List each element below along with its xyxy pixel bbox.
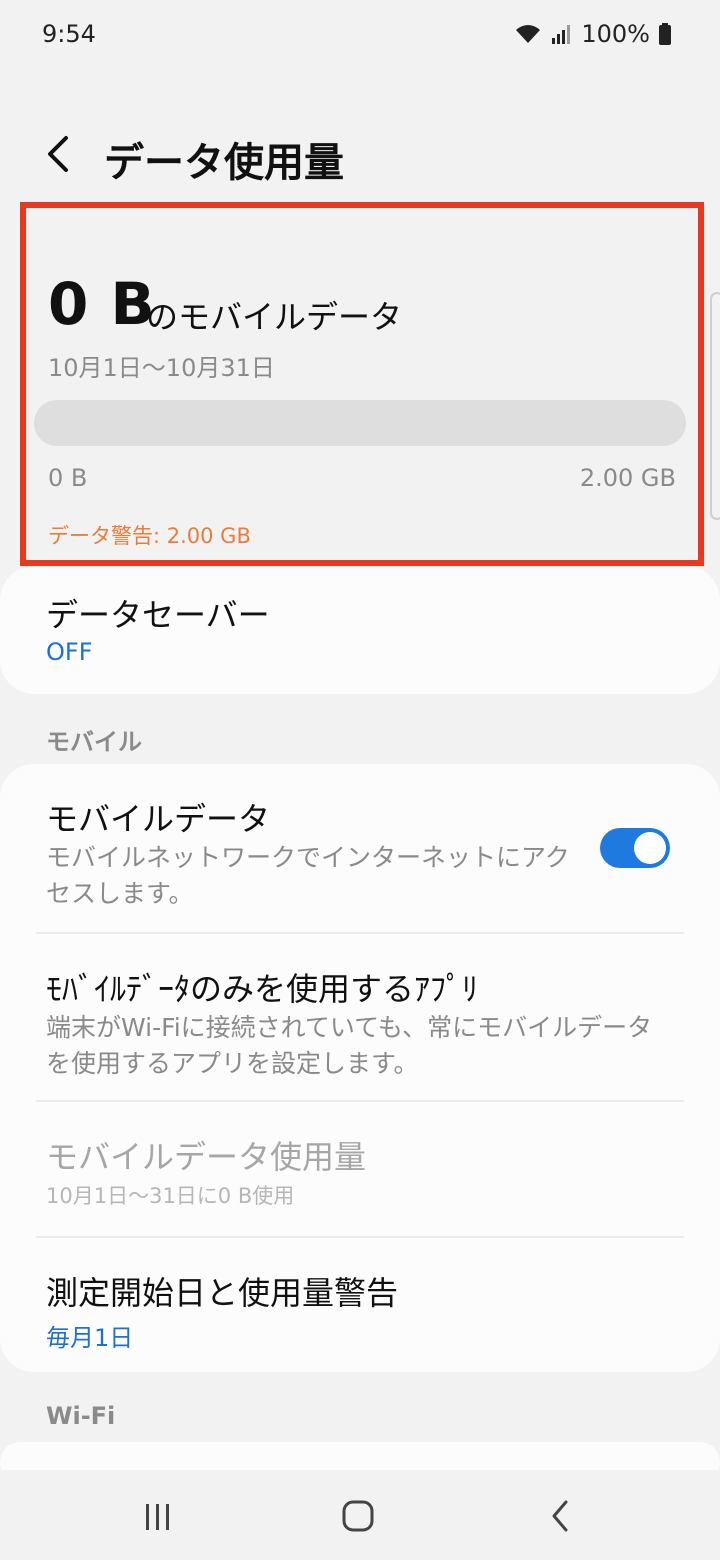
- usage-min-label: 0 B: [48, 464, 88, 492]
- billing-cycle-title: 測定開始日と使用量警告: [46, 1274, 399, 1312]
- mobile-data-title: モバイルデータ: [46, 800, 271, 838]
- status-time: 9:54: [42, 20, 96, 48]
- data-saver-item[interactable]: データセーバー OFF: [0, 566, 720, 694]
- mobile-data-only-apps-item[interactable]: ﾓﾊﾞｲﾙﾃﾞｰﾀのみを使用するｱﾌﾟﾘ 端末がWi-Fiに接続されていても、常…: [0, 934, 720, 1100]
- status-bar: 9:54 100%: [0, 0, 720, 70]
- home-button[interactable]: [328, 1490, 388, 1542]
- signal-icon: [551, 22, 573, 46]
- status-icons: 100%: [513, 20, 672, 48]
- section-header-wifi: Wi-Fi: [46, 1402, 116, 1430]
- mobile-data-only-apps-title: ﾓﾊﾞｲﾙﾃﾞｰﾀのみを使用するｱﾌﾟﾘ: [46, 970, 479, 1008]
- usage-period: 10月1日〜10月31日: [48, 354, 275, 382]
- back-nav-button[interactable]: [530, 1490, 590, 1542]
- mobile-data-subtitle: モバイルネットワークでインターネットにアクセスします。: [46, 843, 570, 908]
- navigation-bar: [0, 1470, 720, 1560]
- mobile-data-usage-item: モバイルデータ使用量 10月1日〜31日に0 B使用: [0, 1102, 720, 1236]
- usage-amount-label: のモバイルデータ: [146, 298, 403, 336]
- usage-amount: 0 B: [48, 270, 156, 338]
- scroll-edge-indicator: [710, 292, 720, 520]
- back-nav-icon: [552, 1500, 568, 1532]
- data-saver-status: OFF: [46, 638, 93, 666]
- recents-icon: [146, 1504, 169, 1530]
- mobile-data-toggle[interactable]: [600, 828, 670, 868]
- usage-bar: [34, 400, 686, 446]
- mobile-data-item[interactable]: モバイルデータ モバイルネットワークでインターネットにアクセスします。: [0, 764, 720, 932]
- app-header: データ使用量: [0, 110, 720, 200]
- page-title: データ使用量: [104, 140, 344, 186]
- section-header-mobile: モバイル: [46, 728, 142, 756]
- mobile-data-only-apps-subtitle: 端末がWi-Fiに接続されていても、常にモバイルデータを使用するアプリを設定しま…: [46, 1013, 653, 1078]
- data-saver-title: データセーバー: [46, 596, 270, 634]
- mobile-data-usage-title: モバイルデータ使用量: [46, 1138, 367, 1176]
- usage-summary: 0 B のモバイルデータ 10月1日〜10月31日 0 B 2.00 GB デー…: [20, 202, 704, 566]
- mobile-settings-card: モバイルデータ モバイルネットワークでインターネットにアクセスします。 ﾓﾊﾞｲ…: [0, 764, 720, 1372]
- toggle-knob: [634, 832, 666, 864]
- wifi-icon: [513, 22, 543, 46]
- mobile-data-usage-subtitle: 10月1日〜31日に0 B使用: [46, 1184, 295, 1208]
- back-arrow-icon: [48, 136, 68, 172]
- data-warning-label: データ警告: 2.00 GB: [48, 524, 251, 548]
- battery-icon: [658, 22, 672, 46]
- back-button[interactable]: [34, 128, 86, 180]
- usage-max-label: 2.00 GB: [579, 464, 676, 492]
- battery-percent: 100%: [581, 20, 650, 48]
- billing-cycle-item[interactable]: 測定開始日と使用量警告 毎月1日: [0, 1238, 720, 1372]
- billing-cycle-value: 毎月1日: [46, 1324, 134, 1352]
- home-icon: [342, 1500, 374, 1532]
- recents-button[interactable]: [128, 1490, 188, 1542]
